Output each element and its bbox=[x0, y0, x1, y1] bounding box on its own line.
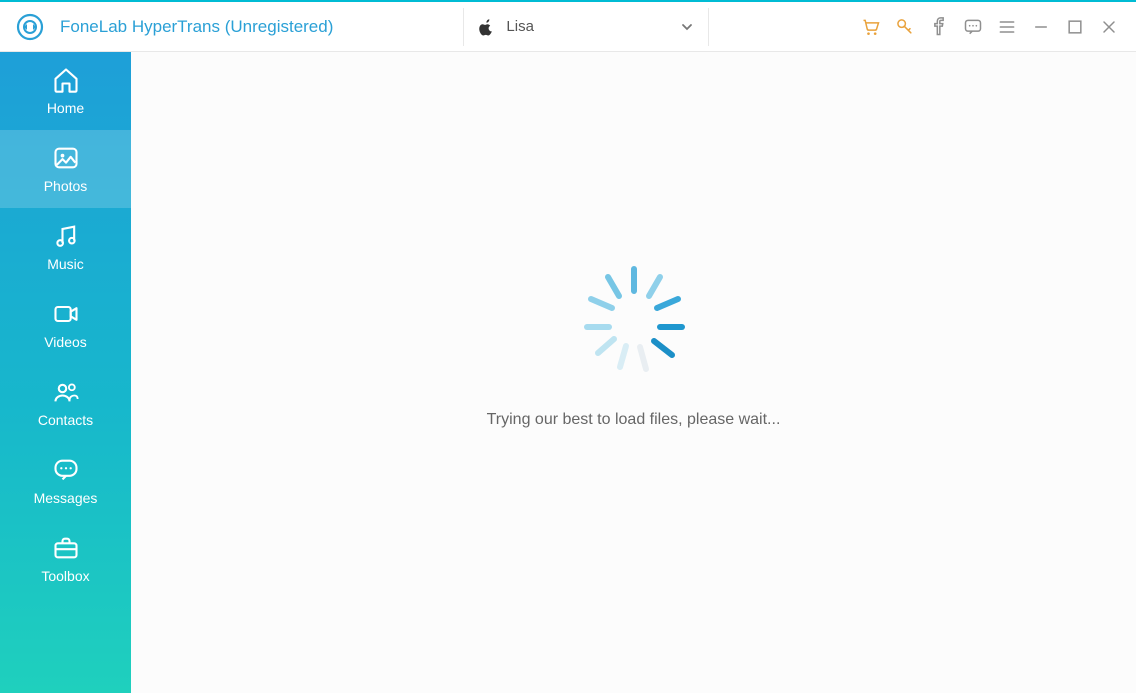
minimize-button[interactable] bbox=[1024, 10, 1058, 44]
sidebar: Home Photos Music Videos bbox=[0, 52, 131, 693]
messages-icon bbox=[52, 456, 80, 484]
app-logo-icon bbox=[14, 11, 46, 43]
cart-icon[interactable] bbox=[854, 10, 888, 44]
device-name: Lisa bbox=[506, 18, 680, 35]
menu-icon[interactable] bbox=[990, 10, 1024, 44]
device-selector[interactable]: Lisa bbox=[463, 8, 709, 46]
sidebar-item-label: Music bbox=[47, 256, 84, 272]
sidebar-item-photos[interactable]: Photos bbox=[0, 130, 131, 208]
loading-text: Trying our best to load files, please wa… bbox=[487, 411, 781, 429]
sidebar-item-toolbox[interactable]: Toolbox bbox=[0, 520, 131, 598]
app-title: FoneLab HyperTrans (Unregistered) bbox=[60, 17, 333, 37]
sidebar-item-label: Contacts bbox=[38, 412, 93, 428]
sidebar-item-label: Home bbox=[47, 100, 84, 116]
sidebar-item-contacts[interactable]: Contacts bbox=[0, 364, 131, 442]
sidebar-item-messages[interactable]: Messages bbox=[0, 442, 131, 520]
title-bar: FoneLab HyperTrans (Unregistered) Lisa bbox=[0, 2, 1136, 52]
sidebar-item-label: Videos bbox=[44, 334, 87, 350]
sidebar-item-music[interactable]: Music bbox=[0, 208, 131, 286]
sidebar-item-label: Photos bbox=[44, 178, 88, 194]
close-button[interactable] bbox=[1092, 10, 1126, 44]
main-area: Trying our best to load files, please wa… bbox=[131, 52, 1136, 693]
sidebar-item-videos[interactable]: Videos bbox=[0, 286, 131, 364]
music-icon bbox=[52, 222, 80, 250]
sidebar-item-home[interactable]: Home bbox=[0, 52, 131, 130]
contacts-icon bbox=[52, 378, 80, 406]
chevron-down-icon bbox=[680, 20, 694, 34]
toolbox-icon bbox=[52, 534, 80, 562]
sidebar-item-label: Messages bbox=[34, 490, 98, 506]
home-icon bbox=[52, 66, 80, 94]
apple-icon bbox=[478, 18, 494, 36]
feedback-icon[interactable] bbox=[956, 10, 990, 44]
photos-icon bbox=[52, 144, 80, 172]
maximize-button[interactable] bbox=[1058, 10, 1092, 44]
facebook-icon[interactable] bbox=[922, 10, 956, 44]
header-right bbox=[854, 10, 1136, 44]
loading-spinner-icon bbox=[574, 257, 694, 377]
videos-icon bbox=[52, 300, 80, 328]
key-icon[interactable] bbox=[888, 10, 922, 44]
sidebar-item-label: Toolbox bbox=[41, 568, 89, 584]
